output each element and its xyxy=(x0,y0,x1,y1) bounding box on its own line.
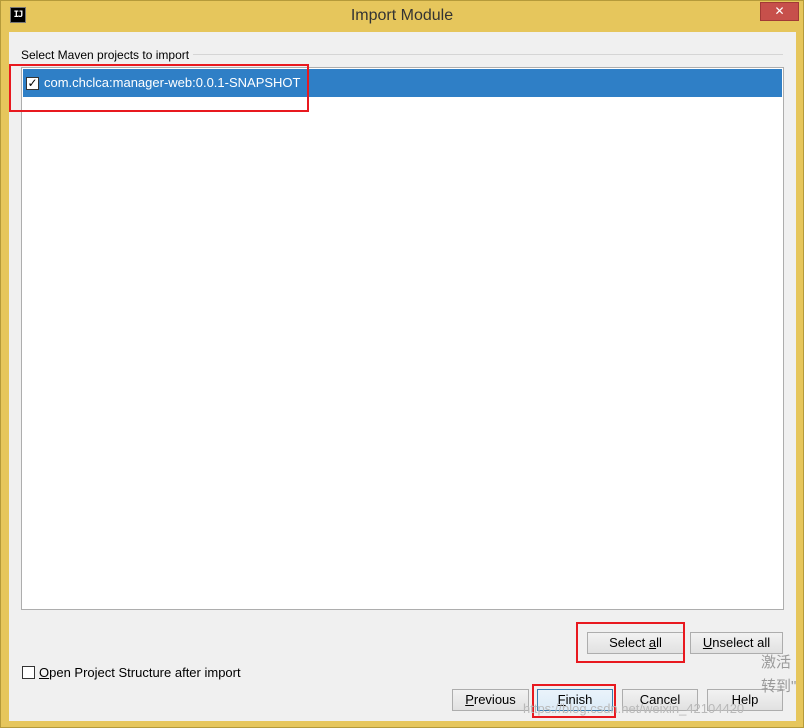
watermark-text-2: 转到" xyxy=(761,678,797,695)
maven-projects-list[interactable]: ✓ com.chclca:manager-web:0.0.1-SNAPSHOT xyxy=(21,67,784,610)
close-button[interactable]: ✕ xyxy=(760,2,799,21)
group-label: Select Maven projects to import xyxy=(21,48,194,62)
highlight-box-select-all xyxy=(576,622,685,663)
dialog-window: IJ Import Module ✕ Select Maven projects… xyxy=(0,0,804,728)
dialog-content: Select Maven projects to import ✓ com.ch… xyxy=(9,32,796,721)
open-project-structure-checkbox[interactable] xyxy=(22,666,35,679)
watermark-url: https://blog.csdn.net/weixin_42104420 xyxy=(523,701,745,716)
title-bar[interactable]: IJ Import Module ✕ xyxy=(1,1,803,32)
highlight-box-project xyxy=(9,64,309,112)
previous-button[interactable]: Previous xyxy=(452,689,529,711)
watermark-text-1: 激活 xyxy=(761,654,792,671)
window-title: Import Module xyxy=(350,7,454,24)
open-project-structure-label: Open Project Structure after import xyxy=(39,665,241,680)
